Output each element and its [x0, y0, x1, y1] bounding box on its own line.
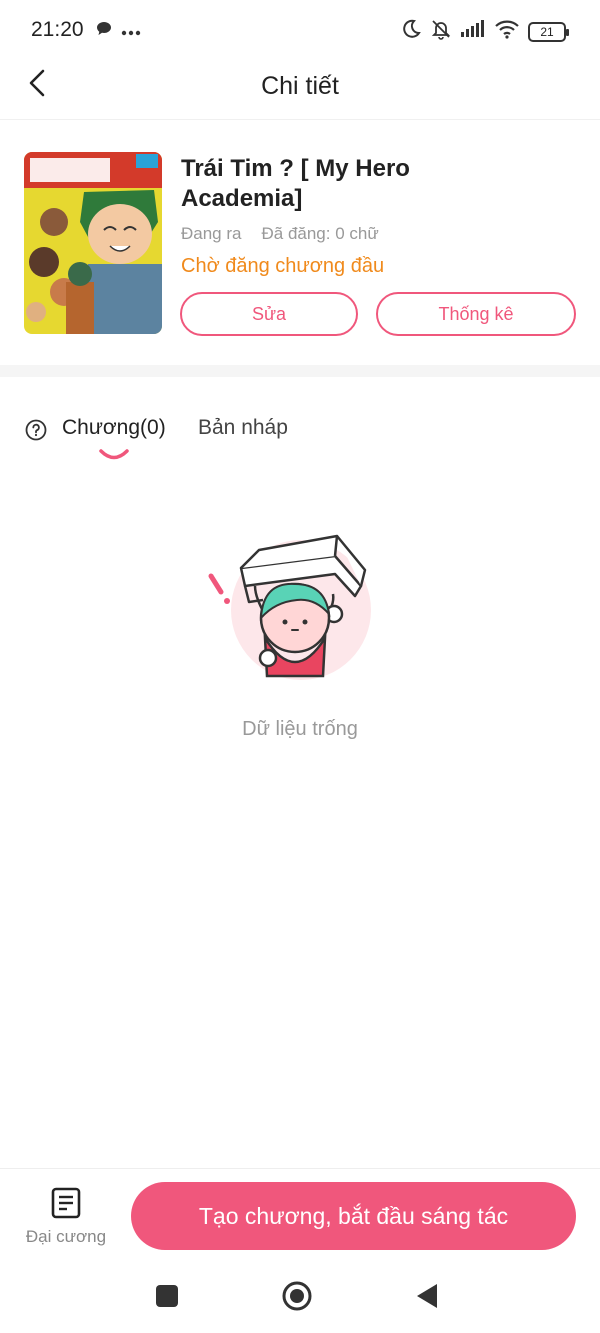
signal-icon	[460, 20, 486, 43]
book-meta: Đang ra Đã đăng: 0 chữ	[181, 224, 379, 244]
triangle-back-icon	[415, 1283, 439, 1314]
edit-button[interactable]: Sửa	[180, 292, 358, 336]
home-button[interactable]	[280, 1281, 314, 1315]
moon-icon	[400, 18, 422, 45]
square-icon	[155, 1284, 179, 1313]
section-divider	[0, 365, 600, 377]
tab-chapters[interactable]: Chương(0)	[62, 416, 166, 440]
book-title: Trái Tim ? [ My Hero Academia]	[181, 155, 410, 212]
document-list-icon	[51, 1187, 81, 1219]
chat-bubble-icon	[95, 20, 113, 43]
pending-status: Chờ đăng chương đầu	[181, 255, 385, 277]
help-icon[interactable]	[25, 419, 47, 441]
book-published-count: Đã đăng: 0 chữ	[261, 224, 379, 243]
bell-off-icon	[430, 18, 452, 45]
home-circle-icon	[281, 1280, 313, 1317]
wifi-icon	[494, 19, 520, 44]
header: Chi tiết	[0, 60, 600, 120]
battery-icon: 21	[528, 21, 569, 42]
status-bar: 21:20 21	[0, 0, 600, 60]
page-title: Chi tiết	[261, 72, 339, 100]
book-status: Đang ra	[181, 224, 242, 243]
empty-box-illustration	[205, 528, 380, 688]
active-tab-indicator	[98, 448, 130, 462]
outline-button[interactable]: Đại cương	[18, 1185, 114, 1255]
back-nav-button[interactable]	[410, 1281, 444, 1315]
create-chapter-button[interactable]: Tạo chương, bắt đầu sáng tác	[131, 1182, 576, 1250]
more-dots-icon	[121, 23, 141, 41]
chapter-tabs: Chương(0) Bản nháp	[0, 400, 600, 470]
system-nav-bar	[0, 1263, 600, 1333]
bottom-action-bar: Đại cương Tạo chương, bắt đầu sáng tác	[0, 1168, 600, 1263]
recent-apps-button[interactable]	[150, 1281, 184, 1315]
empty-state-text: Dữ liệu trống	[242, 718, 358, 740]
status-time: 21:20	[31, 18, 84, 41]
stats-button[interactable]: Thống kê	[376, 292, 576, 336]
outline-label: Đại cương	[25, 1227, 107, 1246]
battery-level: 21	[540, 24, 554, 39]
tab-drafts[interactable]: Bản nháp	[198, 416, 288, 440]
book-card: Trái Tim ? [ My Hero Academia] Đang ra Đ…	[0, 120, 600, 365]
book-cover-image[interactable]	[24, 152, 162, 334]
